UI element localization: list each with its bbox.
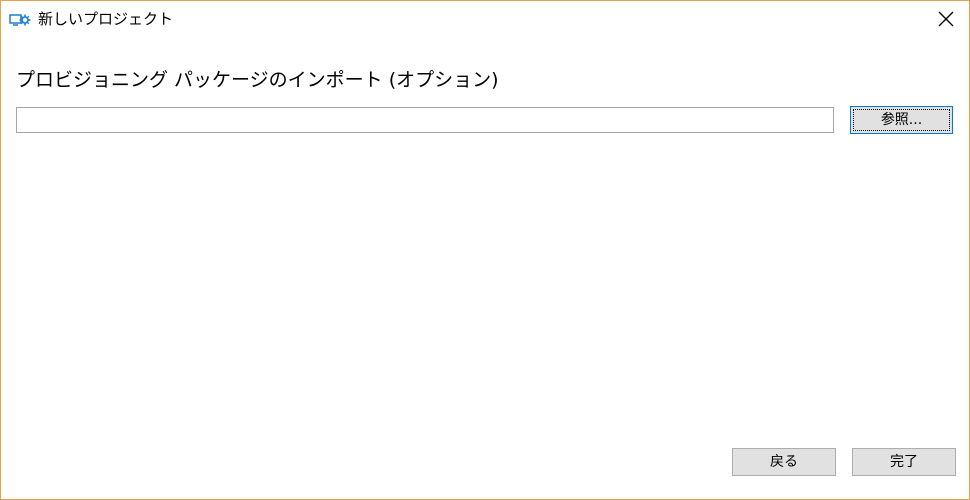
close-button[interactable] xyxy=(923,1,969,41)
dialog-window: 新しいプロジェクト プロビジョニング パッケージのインポート (オプション) 参… xyxy=(0,0,970,500)
package-path-input[interactable] xyxy=(16,107,834,133)
back-button[interactable]: 戻る xyxy=(732,448,836,476)
close-icon xyxy=(938,11,954,31)
browse-button-label: 参照... xyxy=(880,112,923,128)
window-title: 新しいプロジェクト xyxy=(38,10,174,28)
project-designer-icon xyxy=(9,12,31,28)
finish-button[interactable]: 完了 xyxy=(852,448,956,476)
finish-button-label: 完了 xyxy=(890,454,918,470)
title-bar: 新しいプロジェクト xyxy=(1,1,969,41)
page-title: プロビジョニング パッケージのインポート (オプション) xyxy=(16,69,499,91)
browse-button[interactable]: 参照... xyxy=(850,106,953,134)
back-button-label: 戻る xyxy=(770,454,798,470)
